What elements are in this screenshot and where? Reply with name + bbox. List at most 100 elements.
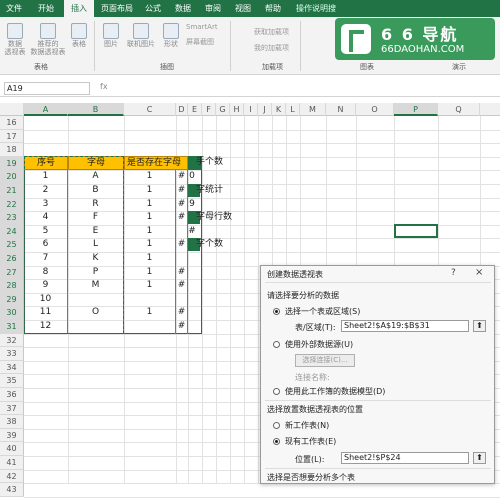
tab-page-layout[interactable]: 页面布局 [98, 0, 136, 17]
column-header-e[interactable]: E [188, 103, 202, 116]
e-cell[interactable] [188, 279, 196, 293]
d-cell[interactable] [176, 292, 188, 307]
d-cell[interactable] [176, 224, 188, 239]
radio-external-source-label[interactable]: 使用外部数据源(U) [285, 339, 353, 350]
exists-cell[interactable] [124, 320, 176, 334]
row-header[interactable]: 28 [0, 279, 24, 293]
column-header-c[interactable]: C [124, 103, 176, 116]
row-header[interactable]: 42 [0, 469, 24, 484]
row-header[interactable]: 23 [0, 211, 24, 225]
column-header-a[interactable]: A [24, 103, 68, 116]
exists-cell[interactable]: 1 [124, 306, 176, 320]
online-picture-button[interactable]: 联机图片 [124, 23, 158, 48]
column-header-b[interactable]: B [68, 103, 124, 116]
column-header-f[interactable]: F [202, 103, 216, 116]
tab-insert[interactable]: 插入 [64, 0, 94, 17]
column-header-m[interactable]: M [300, 103, 326, 116]
column-header-h[interactable]: H [230, 103, 244, 116]
row-header[interactable]: 26 [0, 252, 24, 266]
row-header[interactable]: 31 [0, 320, 24, 334]
column-header-g[interactable]: G [216, 103, 230, 116]
choose-connection-button[interactable]: 选择连接(C)... [295, 354, 355, 367]
exists-cell[interactable]: 1 [124, 197, 176, 212]
radio-data-model-label[interactable]: 使用此工作簿的数据模型(D) [285, 386, 385, 397]
tab-data[interactable]: 数据 [170, 0, 196, 17]
column-header-d[interactable]: D [176, 103, 188, 116]
radio-existing-sheet[interactable] [273, 438, 280, 445]
row-header[interactable]: 17 [0, 129, 24, 144]
location-collapse-button[interactable]: ⬆ [473, 452, 486, 464]
row-header[interactable]: 40 [0, 442, 24, 456]
tab-help[interactable]: 帮助 [260, 0, 286, 17]
row-header[interactable]: 35 [0, 374, 24, 388]
row-header[interactable]: 20 [0, 170, 24, 184]
row-header[interactable]: 32 [0, 333, 24, 348]
select-all-corner[interactable] [0, 103, 24, 116]
d-cell[interactable]: # [176, 306, 188, 320]
d-cell[interactable]: # [176, 238, 188, 252]
screenshot-button[interactable]: 屏幕截图 [186, 37, 214, 47]
row-header[interactable]: 41 [0, 456, 24, 470]
active-cell-p24[interactable] [394, 224, 438, 238]
d-cell[interactable]: # [176, 320, 188, 334]
exists-cell[interactable] [124, 292, 176, 307]
exists-cell[interactable]: 1 [124, 252, 176, 266]
row-header[interactable]: 22 [0, 197, 24, 212]
row-header[interactable]: 27 [0, 265, 24, 280]
row-header[interactable]: 25 [0, 238, 24, 252]
name-box[interactable]: A19 [4, 82, 90, 95]
tell-me-search[interactable]: 操作说明搜索 [296, 0, 336, 30]
tab-file[interactable]: 文件 [2, 0, 26, 17]
d-cell[interactable]: # [176, 265, 188, 280]
close-icon[interactable]: × [475, 267, 483, 278]
row-header[interactable]: 33 [0, 347, 24, 361]
exists-cell[interactable]: 1 [124, 238, 176, 252]
tab-formulas[interactable]: 公式 [140, 0, 166, 17]
my-addins-button[interactable]: 我的加载项 [254, 43, 289, 53]
row-header[interactable]: 29 [0, 292, 24, 307]
header-cell-exists[interactable]: 是否存在字母 [124, 156, 188, 170]
e-cell[interactable]: 0 [188, 170, 196, 184]
column-header-o[interactable]: O [356, 103, 394, 116]
radio-external-source[interactable] [273, 341, 280, 348]
smartart-button[interactable]: SmartArt [186, 23, 218, 31]
table-button[interactable]: 表格 [68, 23, 90, 48]
exists-cell[interactable]: 1 [124, 211, 176, 225]
e-cell[interactable] [188, 320, 196, 334]
e-cell[interactable] [188, 266, 196, 280]
e-cell[interactable]: # [188, 225, 196, 239]
row-header[interactable]: 39 [0, 428, 24, 443]
row-header[interactable]: 24 [0, 224, 24, 239]
column-header-j[interactable]: J [258, 103, 272, 116]
tab-home[interactable]: 开始 [34, 0, 58, 17]
exists-cell[interactable]: 1 [124, 184, 176, 198]
column-header-k[interactable]: K [272, 103, 286, 116]
exists-cell[interactable]: 1 [124, 224, 176, 239]
shapes-button[interactable]: 形状 [160, 23, 182, 48]
row-header[interactable]: 36 [0, 388, 24, 402]
column-header-l[interactable]: L [286, 103, 300, 116]
tab-view[interactable]: 视图 [230, 0, 256, 17]
exists-cell[interactable]: 1 [124, 279, 176, 293]
radio-existing-sheet-label[interactable]: 现有工作表(E) [285, 436, 336, 447]
fx-icon[interactable]: fx [100, 82, 108, 91]
column-header-i[interactable]: I [244, 103, 258, 116]
get-addins-button[interactable]: 获取加载项 [254, 27, 289, 37]
row-header[interactable]: 38 [0, 415, 24, 429]
d-cell[interactable]: # [176, 211, 188, 225]
d-cell[interactable]: # [176, 170, 188, 184]
radio-select-table[interactable] [273, 308, 280, 315]
row-header[interactable]: 30 [0, 306, 24, 320]
row-header[interactable]: 37 [0, 401, 24, 416]
range-collapse-button[interactable]: ⬆ [473, 320, 486, 332]
help-icon[interactable]: ? [451, 268, 456, 278]
column-header-n[interactable]: N [326, 103, 356, 116]
recommended-pivot-button[interactable]: 推荐的 数据透视表 [30, 23, 66, 56]
range-input[interactable]: Sheet2!$A$19:$B$31 [341, 320, 469, 332]
picture-button[interactable]: 图片 [100, 23, 122, 48]
column-header-q[interactable]: Q [438, 103, 480, 116]
row-header[interactable]: 34 [0, 360, 24, 375]
tab-review[interactable]: 审阅 [200, 0, 226, 17]
d-cell[interactable]: # [176, 184, 188, 198]
d-cell[interactable]: # [176, 279, 188, 293]
